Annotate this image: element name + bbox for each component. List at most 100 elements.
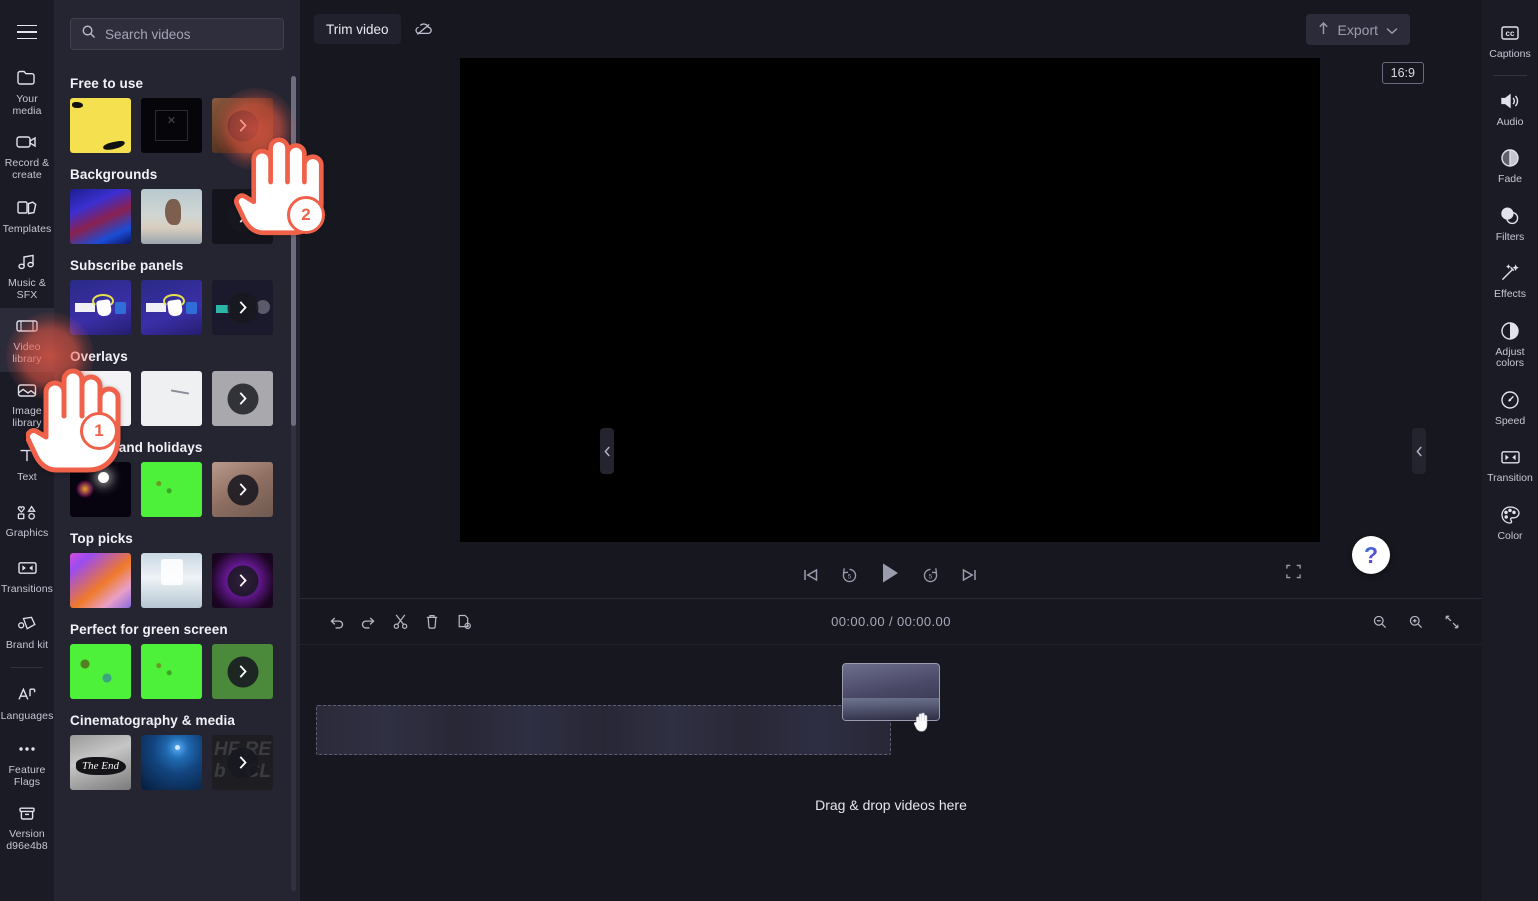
rewind-button[interactable]: 5 [840,566,859,584]
film-strip-icon [14,314,40,338]
sidebar-item-label: Version d96e4b8 [6,829,48,852]
video-thumbnail[interactable] [70,189,131,244]
cloud-off-icon[interactable] [407,14,441,44]
zoom-in-button[interactable] [1400,606,1432,638]
property-item-color[interactable]: Color [1482,494,1538,552]
green-screen-show-more-button[interactable] [212,644,273,699]
main-area: Trim video Export 16:9 5 5 [300,0,1482,901]
palette-icon [1497,503,1523,527]
video-thumbnail[interactable] [141,553,202,608]
sidebar-item-version[interactable]: Version d96e4b8 [0,795,54,859]
property-item-audio[interactable]: Audio [1482,80,1538,138]
skip-to-start-button[interactable] [802,567,820,583]
delete-button[interactable] [416,606,448,638]
property-item-captions[interactable]: cc Captions [1482,12,1538,70]
grab-hand-icon [910,709,936,735]
sidebar-item-graphics[interactable]: Graphics [0,492,54,548]
property-label: Transition [1487,473,1533,485]
cinematography-show-more-button[interactable]: HFRE bCL [212,735,273,790]
current-time: 00:00.00 [831,614,885,629]
translate-icon [14,683,40,707]
video-library-panel: Free to use Backgrounds Subscribe panels [54,0,300,901]
sidebar-item-image-library[interactable]: Image library [0,372,54,436]
trim-video-button[interactable]: Trim video [314,14,401,44]
events-show-more-button[interactable] [212,462,273,517]
video-thumbnail[interactable] [141,735,202,790]
subscribe-panels-show-more-button[interactable] [212,280,273,335]
video-thumbnail[interactable] [70,462,131,517]
sidebar-item-video-library[interactable]: Video library [0,308,54,372]
sidebar-item-templates[interactable]: Templates [0,188,54,244]
magic-wand-icon [1497,261,1523,285]
split-button[interactable] [384,606,416,638]
undo-button[interactable] [320,606,352,638]
skip-to-end-button[interactable] [960,567,978,583]
search-bar[interactable] [70,18,284,50]
sidebar-item-languages[interactable]: Languages [0,675,54,731]
collapse-left-panel-button[interactable] [600,428,614,474]
search-input[interactable] [105,27,273,42]
video-thumbnail[interactable]: The End [70,735,131,790]
video-thumbnail[interactable] [70,98,131,153]
property-label: Speed [1495,416,1525,428]
hamburger-menu-icon[interactable] [10,18,44,46]
search-icon [81,24,96,44]
property-item-filters[interactable]: Filters [1482,195,1538,253]
panel-scroll-area: Free to use Backgrounds Subscribe panels [54,62,300,901]
section-title: Subscribe panels [70,258,300,273]
sidebar-item-music-sfx[interactable]: Music & SFX [0,244,54,308]
video-thumbnail[interactable] [141,462,202,517]
timeline-zoom-controls [1364,606,1468,638]
video-thumbnail[interactable] [141,280,202,335]
duplicate-button[interactable] [448,606,480,638]
sidebar-item-text[interactable]: Text [0,436,54,492]
rail-divider [11,667,43,668]
property-item-effects[interactable]: Effects [1482,252,1538,310]
sidebar-item-feature-flags[interactable]: Feature Flags [0,731,54,795]
video-thumbnail[interactable] [70,644,131,699]
speaker-icon [1497,89,1523,113]
property-item-speed[interactable]: Speed [1482,379,1538,437]
section-title: Backgrounds [70,167,300,182]
collapse-right-panel-button[interactable] [1412,428,1426,474]
timeline-body[interactable]: Drag & drop videos here [300,645,1482,901]
zoom-out-button[interactable] [1364,606,1396,638]
sidebar-item-label: Video library [2,342,52,365]
fit-to-screen-button[interactable] [1436,606,1468,638]
redo-button[interactable] [352,606,384,638]
sidebar-item-transitions[interactable]: Transitions [0,548,54,604]
backgrounds-show-more-button[interactable] [212,189,273,244]
chevron-left-icon [1416,446,1423,457]
thumbnail-row [70,280,300,335]
export-button[interactable]: Export [1306,14,1410,45]
sidebar-item-record-create[interactable]: Record & create [0,124,54,188]
video-preview[interactable] [460,58,1320,542]
overlays-show-more-button[interactable] [212,371,273,426]
section-title: Events and holidays [70,440,300,455]
sidebar-item-label: Transitions [1,584,53,596]
time-separator: / [889,614,893,629]
video-thumbnail[interactable] [141,98,202,153]
top-picks-show-more-button[interactable] [212,553,273,608]
video-thumbnail[interactable] [141,371,202,426]
thumbnail-row [70,189,300,244]
video-thumbnail[interactable] [141,644,202,699]
video-thumbnail[interactable] [70,371,131,426]
video-thumbnail[interactable] [70,553,131,608]
property-item-adjust-colors[interactable]: Adjust colors [1482,310,1538,379]
chevron-right-icon [227,565,258,596]
help-button[interactable]: ? [1352,536,1390,574]
sidebar-item-your-media[interactable]: Your media [0,60,54,124]
video-thumbnail[interactable] [70,280,131,335]
free-to-use-show-more-button[interactable] [212,98,273,153]
forward-button[interactable]: 5 [921,566,940,584]
play-button[interactable] [879,561,901,590]
sidebar-item-brand-kit[interactable]: Brand kit [0,604,54,660]
video-thumbnail[interactable] [141,189,202,244]
fullscreen-button[interactable] [1285,563,1302,585]
property-item-fade[interactable]: Fade [1482,137,1538,195]
property-item-transition[interactable]: Transition [1482,436,1538,494]
timeline-drop-target[interactable] [316,705,891,755]
left-sidebar: Your media Record & create Templates Mus… [0,0,54,901]
scrollbar-thumb[interactable] [291,76,296,426]
